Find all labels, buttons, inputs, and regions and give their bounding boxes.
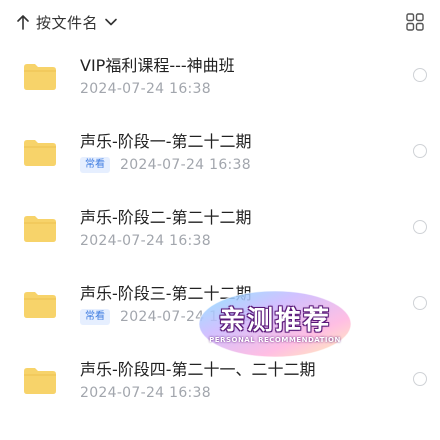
select-radio[interactable] [413, 68, 427, 82]
grid-view-icon[interactable] [406, 13, 424, 31]
frequent-badge: 常看 [80, 309, 110, 325]
file-row[interactable]: 声乐-阶段二-第二十二期 2024-07-24 16:38 [0, 196, 440, 272]
file-meta: 2024-07-24 16:38 [80, 80, 211, 98]
file-list: VIP福利课程---神曲班 2024-07-24 16:38 声乐-阶段一-第二十二… [0, 44, 440, 424]
select-radio[interactable] [413, 372, 427, 386]
folder-icon [24, 292, 56, 318]
file-meta: 2024-07-24 16:38 [80, 384, 211, 402]
select-radio[interactable] [413, 296, 427, 310]
file-date: 2024-07-24 16:38 [120, 157, 251, 173]
stamp-title: 亲测推荐 [218, 306, 331, 336]
file-date: 2024-07-24 16:38 [80, 81, 211, 97]
chevron-down-icon [105, 18, 117, 26]
file-meta: 2024-07-24 16:38 [80, 232, 211, 250]
recommendation-stamp: 亲测推荐 PERSONAL RECOMMENDATION [195, 288, 355, 360]
select-radio[interactable] [413, 220, 427, 234]
file-row[interactable]: 声乐-阶段一-第二十二期 常看 2024-07-24 16:38 [0, 120, 440, 196]
arrow-up-icon [17, 15, 29, 30]
file-meta: 常看 2024-07-24 16:38 [80, 156, 251, 174]
file-row[interactable]: VIP福利课程---神曲班 2024-07-24 16:38 [0, 44, 440, 120]
frequent-badge: 常看 [80, 157, 110, 173]
file-date: 2024-07-24 16:38 [80, 233, 211, 249]
folder-icon [24, 216, 56, 242]
folder-icon [24, 368, 56, 394]
sort-label: 按文件名 [36, 13, 99, 32]
folder-icon [24, 64, 56, 90]
file-name: VIP福利课程---神曲班 [80, 56, 235, 75]
file-name: 声乐-阶段一-第二十二期 [80, 132, 252, 151]
folder-icon [24, 140, 56, 166]
sort-button[interactable]: 按文件名 [16, 11, 118, 33]
file-date: 2024-07-24 16:38 [80, 385, 211, 401]
toolbar: 按文件名 [0, 0, 440, 44]
select-radio[interactable] [413, 144, 427, 158]
file-name: 声乐-阶段二-第二十二期 [80, 208, 252, 227]
stamp-subtitle: PERSONAL RECOMMENDATION [209, 336, 341, 344]
